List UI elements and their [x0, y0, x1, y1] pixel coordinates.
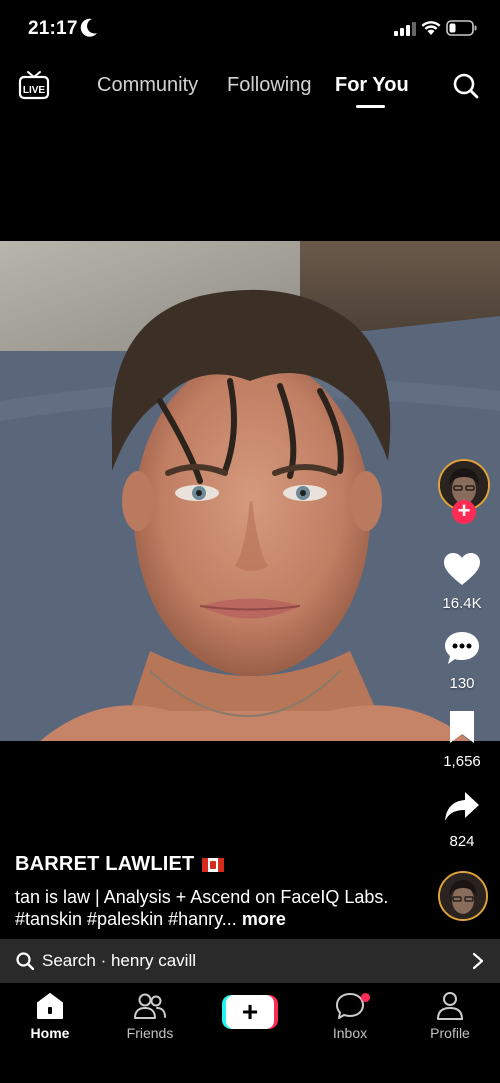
nav-friends[interactable]: Friends [100, 991, 200, 1041]
create-plus-icon: + [226, 995, 274, 1029]
comment-icon [445, 632, 479, 664]
live-label: LIVE [23, 85, 46, 96]
canada-flag-icon [202, 857, 225, 872]
comment-count: 130 [449, 675, 475, 692]
friends-icon [134, 993, 166, 1019]
search-suggestion-label: Search · henry cavill [42, 951, 197, 970]
create-button[interactable]: + [222, 995, 278, 1029]
nav-profile-label: Profile [430, 1025, 470, 1041]
search-icon [16, 952, 34, 970]
comment-button[interactable]: 130 [424, 630, 500, 692]
tab-community[interactable]: Community [97, 74, 198, 97]
live-tv-icon: LIVE [18, 71, 50, 100]
live-button[interactable]: LIVE [18, 70, 50, 105]
more-link[interactable]: more [242, 909, 286, 929]
share-button[interactable]: 824 [424, 790, 500, 850]
video-caption: BARRET LAWLIET tan is law | Analysis + A… [15, 853, 415, 930]
active-tab-indicator [356, 105, 385, 108]
profile-icon [437, 992, 463, 1020]
nav-friends-label: Friends [126, 1025, 174, 1041]
home-icon [37, 993, 63, 1019]
follow-button[interactable]: + [452, 500, 476, 524]
wifi-icon [421, 21, 441, 35]
tab-for-you[interactable]: For You [335, 74, 409, 97]
music-disc-image [440, 873, 486, 919]
chevron-right-icon [472, 952, 484, 970]
battery-icon [446, 20, 477, 36]
search-icon[interactable] [452, 72, 480, 100]
save-button[interactable]: 1,656 [424, 710, 500, 770]
action-rail: + 16.4K 130 1,656 824 [424, 455, 500, 925]
status-bar: 21:17 [0, 0, 500, 60]
nav-inbox[interactable]: Inbox [300, 991, 400, 1041]
save-count: 1,656 [443, 753, 481, 770]
search-suggestion-bar[interactable]: Search · henry cavill [0, 939, 500, 983]
nav-profile[interactable]: Profile [400, 991, 500, 1041]
nav-home-label: Home [30, 1025, 70, 1041]
top-nav: LIVE Community Following For You [0, 60, 500, 112]
author-name[interactable]: BARRET LAWLIET [15, 853, 194, 876]
nav-home[interactable]: Home [0, 991, 100, 1041]
moon-icon [80, 18, 97, 37]
heart-icon [444, 553, 480, 585]
nav-inbox-label: Inbox [332, 1025, 368, 1041]
like-count: 16.4K [442, 595, 482, 612]
tab-following[interactable]: Following [227, 74, 311, 97]
music-disc[interactable] [438, 871, 488, 921]
share-arrow-icon [445, 792, 479, 821]
like-button[interactable]: 16.4K [424, 552, 500, 612]
caption-body: tan is law | Analysis + Ascend on FaceIQ… [15, 887, 389, 929]
author-row[interactable]: BARRET LAWLIET [15, 853, 415, 876]
inbox-notification-dot [361, 993, 370, 1002]
caption-text[interactable]: tan is law | Analysis + Ascend on FaceIQ… [15, 886, 415, 930]
status-time: 21:17 [28, 18, 78, 39]
cellular-signal-icon [394, 22, 416, 36]
bookmark-icon [450, 711, 474, 743]
bottom-nav: Home Friends + Inbox Profile [0, 983, 500, 1083]
share-count: 824 [449, 833, 475, 850]
